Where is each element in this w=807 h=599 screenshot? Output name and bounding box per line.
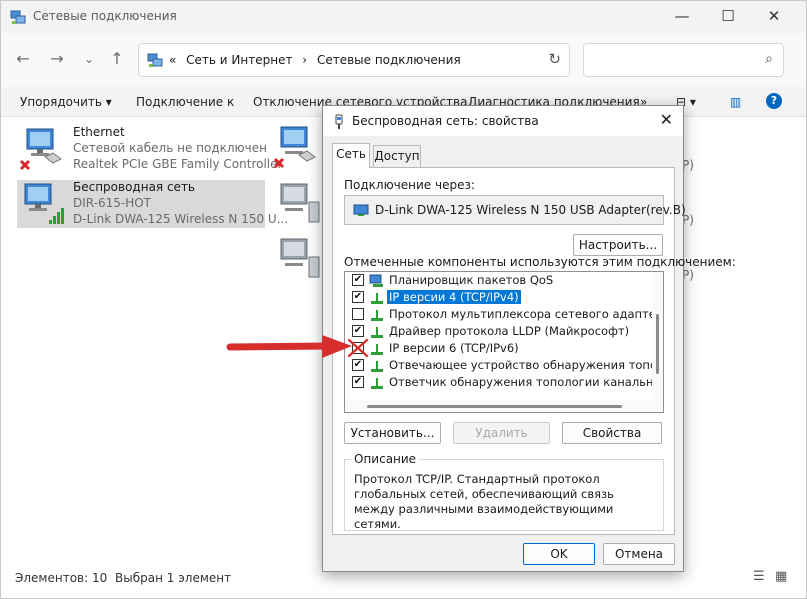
- close-button[interactable]: ✕: [751, 1, 797, 33]
- component-row[interactable]: ✔ Планировщик пакетов QoS: [345, 272, 653, 289]
- ethernet-adapter-icon[interactable]: [273, 125, 323, 169]
- protocol-icon: [371, 293, 383, 304]
- red-arrow-icon: [226, 335, 352, 358]
- address-toolbar: ← → ⌄ ↑ « Сеть и Интернет › Сетевые подк…: [1, 33, 806, 87]
- component-label: Отвечающее устройство обнаружения тополо…: [389, 358, 663, 372]
- virtual-adapter-icon[interactable]: [273, 182, 323, 226]
- search-input[interactable]: [590, 50, 750, 70]
- cancel-button[interactable]: Отмена: [603, 543, 675, 565]
- install-button[interactable]: Установить...: [344, 422, 441, 444]
- list-vertical-scrollbar[interactable]: [652, 272, 663, 402]
- list-horizontal-scrollbar[interactable]: [345, 400, 663, 412]
- search-box[interactable]: ⌕: [583, 43, 784, 77]
- window-title: Сетевые подключения: [33, 9, 177, 23]
- breadcrumb-separator[interactable]: ›: [302, 53, 307, 67]
- ok-button[interactable]: OK: [523, 543, 595, 565]
- search-icon[interactable]: ⌕: [765, 51, 773, 67]
- component-row[interactable]: ✔ Отвечающее устройство обнаружения топо…: [345, 357, 663, 374]
- recent-locations-button[interactable]: ⌄: [77, 47, 101, 71]
- connection-item-ethernet[interactable]: Ethernet Сетевой кабель не подключен Rea…: [17, 125, 282, 173]
- qos-scheduler-icon: [369, 274, 383, 287]
- breadcrumb-item-connections[interactable]: Сетевые подключения: [317, 53, 461, 67]
- component-row-selected[interactable]: ✔ IP версии 4 (TCP/IPv4): [345, 289, 653, 306]
- connection-name: Ethernet: [73, 125, 125, 139]
- component-checkbox[interactable]: ✔: [352, 291, 364, 303]
- maximize-button[interactable]: ☐: [705, 1, 751, 33]
- remove-button[interactable]: Удалить: [453, 422, 550, 444]
- component-row[interactable]: ✔ Драйвер протокола LLDP (Майкрософт): [345, 323, 653, 340]
- adapter-field: D-Link DWA-125 Wireless N 150 USB Adapte…: [344, 195, 686, 225]
- scrollbar-thumb[interactable]: [367, 405, 622, 408]
- help-icon[interactable]: ?: [766, 93, 782, 109]
- breadcrumb-overflow[interactable]: «: [169, 53, 176, 67]
- address-bar[interactable]: « Сеть и Интернет › Сетевые подключения …: [138, 43, 570, 77]
- minimize-button[interactable]: —: [659, 1, 705, 33]
- connection-adapter: D-Link DWA-125 Wireless N 150 U...: [73, 212, 289, 226]
- connect-using-label: Подключение через:: [344, 178, 475, 192]
- connect-to-button[interactable]: Подключение к: [136, 95, 234, 109]
- properties-button[interactable]: Свойства: [562, 422, 662, 444]
- network-adapter-icon: [353, 204, 369, 216]
- connection-status: DIR-615-HOT: [73, 196, 151, 210]
- protocol-icon: [371, 344, 383, 355]
- scrollbar-thumb[interactable]: [656, 314, 659, 374]
- component-row-ipv6[interactable]: IP версии 6 (TCP/IPv6): [345, 338, 653, 358]
- back-button[interactable]: ←: [11, 47, 35, 71]
- component-label: Ответчик обнаружения топологии канальног…: [389, 375, 663, 389]
- preview-pane-button[interactable]: ▥: [730, 95, 741, 109]
- wireless-adapter-icon: [335, 114, 343, 129]
- protocol-icon: [371, 378, 383, 389]
- ethernet-adapter-icon: [19, 128, 62, 171]
- dialog-close-button[interactable]: ✕: [660, 110, 673, 129]
- component-label: IP версии 6 (TCP/IPv6): [389, 341, 519, 355]
- selection-count: Выбран 1 элемент: [115, 571, 232, 585]
- connection-name: Беспроводная сеть: [73, 180, 196, 194]
- tab-network[interactable]: Сеть: [332, 143, 370, 168]
- component-checkbox[interactable]: [352, 308, 364, 320]
- connection-adapter: Realtek PCIe GBE Family Controller: [73, 157, 283, 171]
- protocol-icon: [371, 327, 383, 338]
- components-list[interactable]: ✔ Планировщик пакетов QoS ✔ IP версии 4 …: [344, 271, 664, 413]
- component-label: Драйвер протокола LLDP (Майкрософт): [389, 324, 630, 338]
- forward-button[interactable]: →: [45, 47, 69, 71]
- component-label: Планировщик пакетов QoS: [389, 273, 554, 287]
- components-label: Отмеченные компоненты используются этим …: [344, 255, 736, 269]
- dialog-title: Беспроводная сеть: свойства: [352, 114, 539, 128]
- network-tab-pane: Подключение через: D-Link DWA-125 Wirele…: [332, 167, 736, 535]
- item-count: Элементов: 10: [15, 571, 108, 585]
- adapter-name: D-Link DWA-125 Wireless N 150 USB Adapte…: [375, 203, 686, 217]
- protocol-icon: [371, 310, 383, 321]
- component-checkbox[interactable]: ✔: [352, 376, 364, 388]
- description-group: Описание Протокол TCP/IP. Стандартный пр…: [344, 452, 664, 531]
- description-text: Протокол TCP/IP. Стандартный протокол гл…: [354, 472, 614, 531]
- dialog-title-bar: Беспроводная сеть: свойства ✕: [323, 106, 683, 136]
- connection-item-wireless[interactable]: Беспроводная сеть DIR-615-HOT D-Link DWA…: [17, 180, 288, 228]
- tiles-view-icon[interactable]: ▦: [775, 569, 787, 584]
- network-connections-icon: [10, 10, 26, 24]
- up-button[interactable]: ↑: [105, 47, 129, 71]
- wireless-adapter-icon: [24, 183, 64, 224]
- protocol-icon: [371, 361, 383, 372]
- organize-button[interactable]: Упорядочить ▾: [20, 95, 112, 109]
- description-title: Описание: [351, 452, 420, 466]
- network-connections-icon: [147, 53, 163, 67]
- component-checkbox[interactable]: ✔: [352, 274, 364, 286]
- properties-dialog: Беспроводная сеть: свойства ✕ Сеть Досту…: [322, 105, 736, 572]
- title-bar: Сетевые подключения — ☐ ✕: [1, 1, 806, 33]
- breadcrumb: « Сеть и Интернет › Сетевые подключения: [169, 53, 467, 67]
- component-row[interactable]: Протокол мультиплексора сетевого адаптер…: [345, 306, 663, 323]
- component-label: IP версии 4 (TCP/IPv4): [387, 290, 521, 304]
- virtual-adapter-icon[interactable]: [273, 237, 323, 281]
- details-view-icon[interactable]: ☰: [753, 569, 765, 584]
- tab-sharing[interactable]: Доступ: [373, 145, 421, 167]
- component-label: Протокол мультиплексора сетевого адаптер…: [389, 307, 663, 321]
- refresh-icon[interactable]: ↻: [548, 50, 561, 68]
- configure-button[interactable]: Настроить...: [573, 234, 663, 256]
- component-row[interactable]: ✔ Ответчик обнаружения топологии канальн…: [345, 374, 663, 391]
- connection-status: Сетевой кабель не подключен: [73, 141, 267, 155]
- breadcrumb-item-network[interactable]: Сеть и Интернет: [186, 53, 292, 67]
